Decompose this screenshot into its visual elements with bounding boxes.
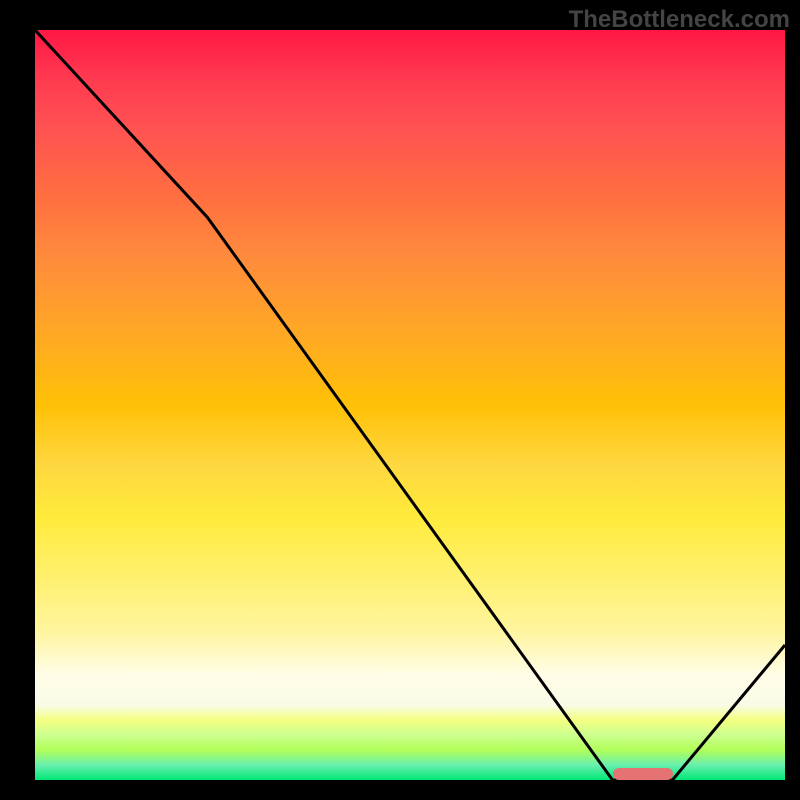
chart-container: TheBottleneck.com — [0, 0, 800, 800]
watermark-text: TheBottleneck.com — [569, 6, 790, 34]
plot-area — [30, 30, 785, 785]
curve-path — [35, 30, 785, 780]
line-curve — [35, 30, 785, 780]
optimal-range-marker — [613, 768, 673, 780]
